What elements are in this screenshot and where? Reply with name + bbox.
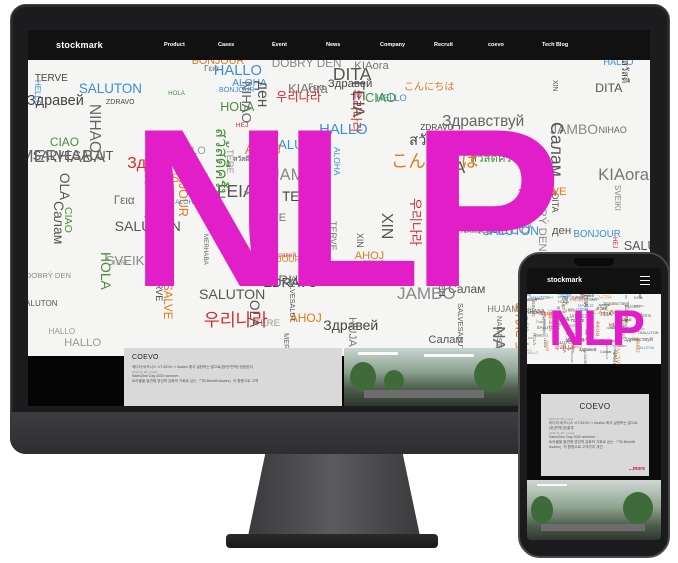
desktop-news-card: COEVO 에디아·비즈니스 «IT-BOX» × Asales 에서 실현하는… (124, 348, 342, 406)
phone-hero-word-cloud: 우리나라ЗдравейSALUTONСаламSALUTONHALLOMERHA… (527, 294, 661, 364)
news-item-text[interactable]: 트라볼을 발견해 영업력 강화의 기회로 삼는 「TB Benefit Asal… (549, 440, 641, 450)
hero-greeting-word: HALLO (64, 337, 102, 350)
hero-greeting-word: SALUTON (28, 299, 58, 309)
hero-greeting-word: Здравей (527, 297, 537, 303)
desktop-logo[interactable]: stockmark (56, 40, 103, 50)
phone-header: stockmark (527, 268, 661, 294)
hero-greeting-word: Здравей (28, 92, 84, 109)
hero-greeting-word: สวัสดี (619, 60, 631, 84)
hero-greeting-word: MERHABA (28, 145, 106, 166)
hero-greeting-word: DOBRÝ DEN (527, 336, 533, 340)
more-link[interactable]: ...more (629, 466, 645, 472)
hero-greeting-word: CIAO (62, 206, 75, 233)
nav-item-tech-blog[interactable]: Tech Blog (542, 42, 596, 48)
nav-item-cases[interactable]: Cases (218, 42, 272, 48)
hero-greeting-word: DOBRÝ DEN (271, 60, 342, 71)
hero-greeting-word: NIHAO (598, 124, 627, 135)
news-item-text[interactable]: 트라볼을 발견해 영업력 강화의 기회로 삼는 「TB Benefit Asal… (132, 379, 334, 384)
hero-greeting-word: SALUTON (527, 342, 530, 346)
nav-item-product[interactable]: Product (164, 42, 218, 48)
hero-greeting-word: KIAora (598, 164, 649, 184)
hamburger-menu-icon[interactable] (640, 276, 650, 287)
nav-item-coevo[interactable]: coevo (488, 42, 542, 48)
phone-office-photo (527, 480, 661, 540)
monitor-stand (248, 454, 420, 536)
office-photo (344, 348, 522, 406)
phone-notch (574, 258, 614, 266)
hero-greeting-word: TERVE (34, 72, 68, 84)
hero-greeting-word: HALLO (213, 63, 262, 80)
phone-screen: stockmark 우리나라ЗдравейSALUTONСаламSALUTON… (527, 268, 661, 540)
hero-greeting-word: DITA (595, 80, 623, 95)
hero-greeting-word: Салам (428, 333, 464, 346)
phone-logo[interactable]: stockmark (547, 277, 582, 284)
hero-greeting-word: DOBRÝ DEN (28, 271, 71, 281)
hero-greeting-word: SALUTON (623, 239, 650, 254)
monitor-stand-base (226, 534, 438, 548)
news-item-text[interactable]: 미디어·비즈니스 «IT-BOX» × Asales 에서 실현하는 말으로(한… (549, 421, 641, 431)
hero-greeting-word: CIAO (527, 323, 530, 332)
hero-greeting-word: HALLO (527, 351, 539, 356)
desktop-header: stockmark Product Cases Event News Compa… (28, 30, 650, 60)
phone-news-card: COEVO 2020.11.30 | news 미디어·비즈니스 «IT-BOX… (541, 394, 649, 476)
hero-greeting-word: KIAora (354, 60, 389, 72)
nav-item-news[interactable]: News (326, 42, 380, 48)
hero-title: NLP (130, 81, 562, 334)
news-card-title: COEVO (132, 354, 159, 361)
hero-greeting-word: SVEIKI (613, 185, 623, 212)
nav-item-event[interactable]: Event (272, 42, 326, 48)
phone-hero-title: NLP (549, 300, 645, 356)
hero-greeting-word: HALLO (557, 294, 572, 297)
hero-greeting-word: HALLO (48, 327, 76, 337)
phone-news-title: COEVO (579, 402, 611, 411)
nav-item-recruit[interactable]: Recruit (434, 42, 488, 48)
desktop-nav-menu: Product Cases Event News Company Recruit… (164, 30, 596, 60)
nav-item-company[interactable]: Company (380, 42, 434, 48)
hero-greeting-word: OLA (56, 172, 72, 200)
hero-greeting-word: HEJ (610, 236, 617, 248)
